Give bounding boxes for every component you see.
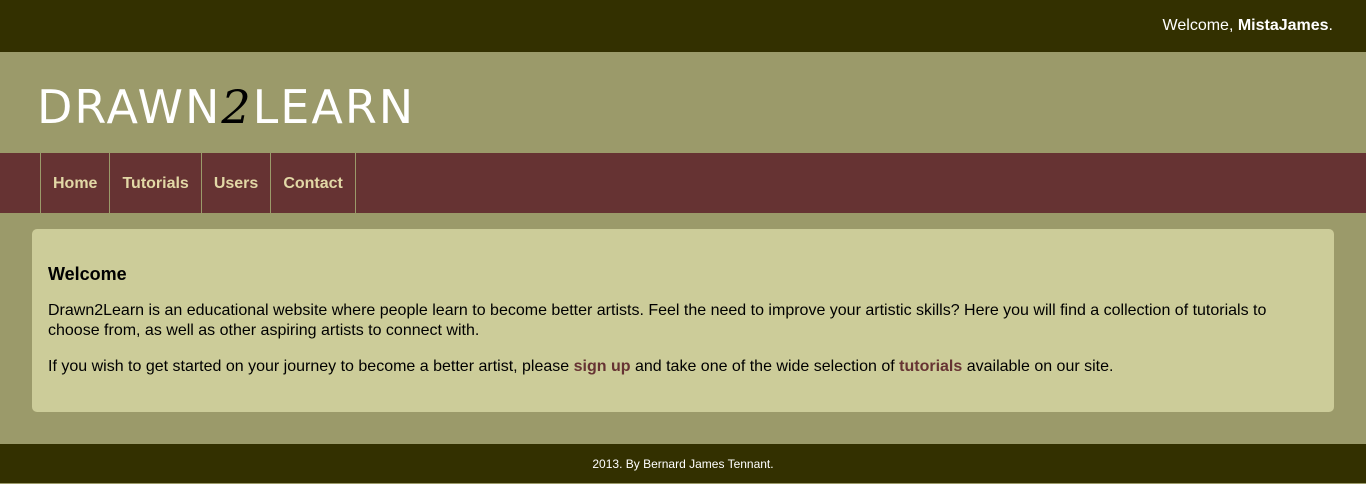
tutorials-link[interactable]: tutorials — [899, 358, 962, 375]
intro-paragraph: Drawn2Learn is an educational website wh… — [48, 302, 1267, 339]
site-logo[interactable]: DRAWN2LEARN — [37, 79, 415, 135]
logo-part-two: 2 — [221, 80, 253, 134]
site-header: DRAWN2LEARN — [0, 52, 1366, 153]
cta-text-after: available on our site. — [962, 358, 1114, 375]
logo-part-drawn: DRAWN — [37, 80, 222, 134]
top-bar: Welcome, MistaJames. — [0, 0, 1366, 52]
logo-part-learn: LEARN — [252, 80, 416, 134]
cta-text-before: If you wish to get started on your journ… — [48, 358, 574, 375]
welcome-message: Welcome, MistaJames. — [1163, 17, 1333, 35]
footer-text: 2013. By Bernard James Tennant. — [592, 457, 774, 471]
nav-item-tutorials[interactable]: Tutorials — [110, 153, 202, 214]
page-title: Welcome — [48, 264, 127, 284]
nav-list: Home Tutorials Users Contact — [40, 153, 356, 214]
welcome-suffix: . — [1328, 17, 1333, 34]
welcome-prefix: Welcome, — [1162, 17, 1238, 34]
site-footer: 2013. By Bernard James Tennant. — [0, 444, 1366, 483]
content-panel: Welcome Drawn2Learn is an educational we… — [32, 229, 1334, 412]
username: MistaJames — [1237, 17, 1329, 34]
nav-item-home[interactable]: Home — [41, 153, 111, 214]
cta-paragraph: If you wish to get started on your journ… — [48, 357, 1318, 377]
nav-item-contact[interactable]: Contact — [271, 153, 356, 214]
main-nav: Home Tutorials Users Contact — [0, 153, 1366, 214]
sign-up-link[interactable]: sign up — [574, 358, 631, 375]
cta-text-middle: and take one of the wide selection of — [630, 358, 900, 375]
nav-item-users[interactable]: Users — [202, 153, 272, 214]
